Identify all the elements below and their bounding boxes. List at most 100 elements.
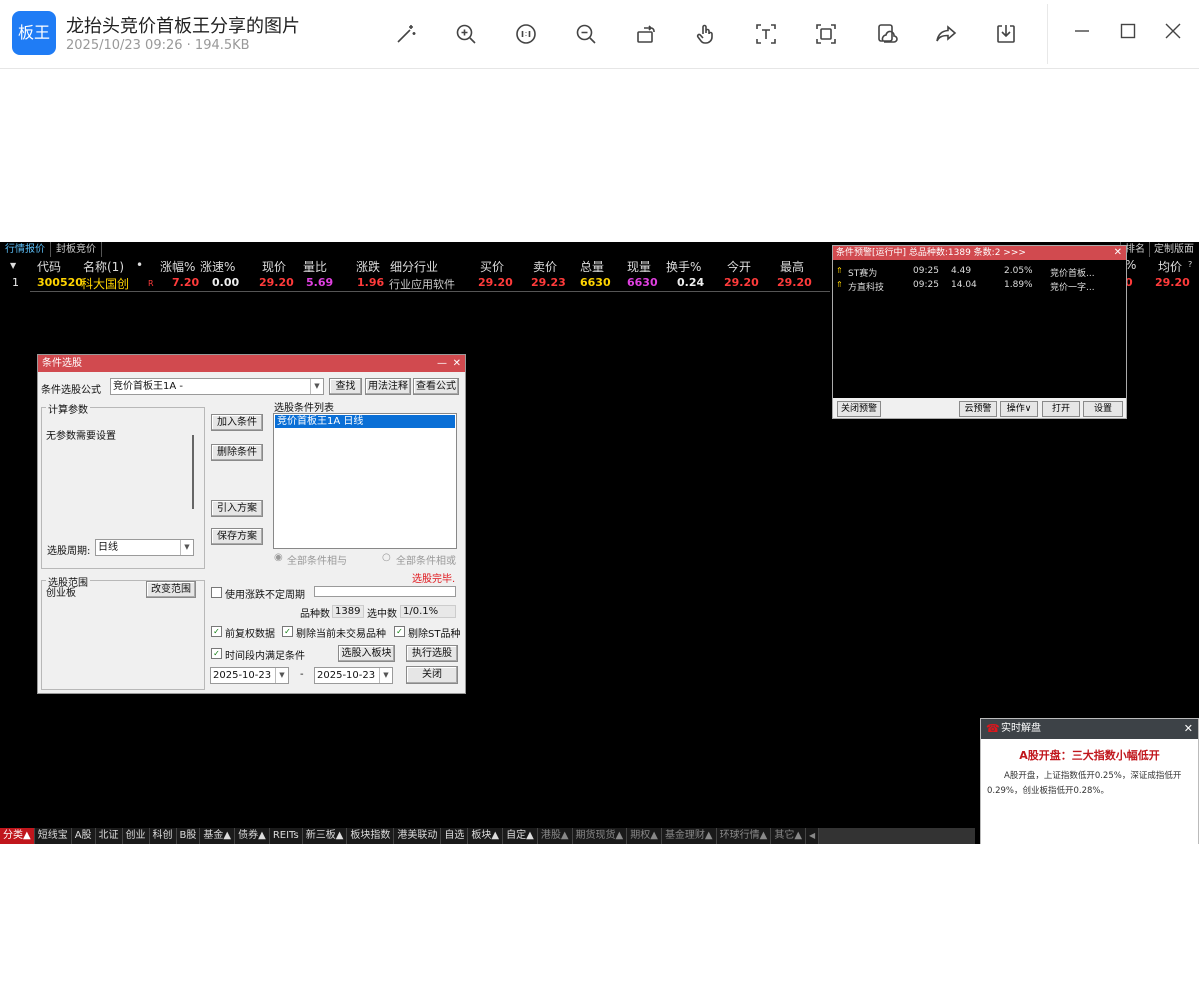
zoom-out-icon[interactable] <box>572 20 600 48</box>
col-turnover[interactable]: 换手% <box>666 258 701 275</box>
hand-icon[interactable] <box>692 20 720 48</box>
find-button[interactable]: 查找 <box>329 378 362 395</box>
zoom-in-icon[interactable] <box>452 20 480 48</box>
radio-or-icon[interactable]: ○ <box>382 552 391 563</box>
col-total-volume[interactable]: 总量 <box>580 258 604 275</box>
delete-condition-button[interactable]: 删除条件 <box>211 444 263 461</box>
uncertain-period-checkbox[interactable]: ✓ <box>211 587 222 598</box>
chevron-down-icon[interactable]: ▼ <box>180 540 193 555</box>
col-open[interactable]: 今开 <box>727 258 751 275</box>
tab-bond[interactable]: 债券▲ <box>235 828 270 844</box>
tab-other[interactable]: 其它▲ <box>771 828 807 844</box>
col-change[interactable]: 涨跌 <box>356 258 380 275</box>
rotate-icon[interactable] <box>632 20 660 48</box>
tab-reits[interactable]: REITs <box>270 828 303 844</box>
dialog-close-icon[interactable]: ✕ <box>453 355 461 372</box>
tab-custom[interactable]: 自定▲ <box>503 828 538 844</box>
radio-and-icon[interactable]: ◉ <box>274 552 283 563</box>
close-button[interactable]: 关闭 <box>406 666 458 684</box>
chevron-down-icon[interactable]: ▼ <box>275 668 288 683</box>
formula-select[interactable]: 竞价首板王1A - ▼ <box>110 378 324 395</box>
col-volume-ratio[interactable]: 量比 <box>303 258 327 275</box>
dialog-title-bar[interactable]: 条件选股 — ✕ <box>38 355 465 372</box>
view-formula-button[interactable]: 查看公式 <box>413 378 459 395</box>
magic-wand-icon[interactable] <box>392 20 420 48</box>
maximize-icon[interactable] <box>1119 22 1143 46</box>
col-current-volume[interactable]: 现量 <box>627 258 651 275</box>
dialog-minimize-icon[interactable]: — <box>437 355 447 372</box>
col-avg-price[interactable]: 均价 <box>1158 258 1182 275</box>
tab-wealth[interactable]: 基金理财▲ <box>662 828 717 844</box>
chevron-down-icon[interactable]: ▼ <box>310 379 323 394</box>
list-item[interactable]: 竞价首板王1A 日线 <box>275 415 455 428</box>
tab-fund[interactable]: 基金▲ <box>200 828 236 844</box>
text-extract-icon[interactable] <box>752 20 780 48</box>
forward-adjust-checkbox[interactable]: ✓ <box>211 626 222 637</box>
col-ask[interactable]: 卖价 <box>533 258 557 275</box>
warning-title-bar[interactable]: 条件预警[运行中] 总品种数:1389 条数:2 >>> ✕ <box>833 246 1126 260</box>
tab-a-share[interactable]: A股 <box>72 828 96 844</box>
close-warning-button[interactable]: 关闭预警 <box>837 401 881 417</box>
scan-icon[interactable] <box>812 20 840 48</box>
settings-button[interactable]: 设置 <box>1083 401 1123 417</box>
col-name[interactable]: 名称(1) <box>83 258 124 275</box>
add-to-block-button[interactable]: 选股入板块 <box>338 645 395 662</box>
open-button[interactable]: 打开 <box>1042 401 1080 417</box>
tab-seal-bid[interactable]: 封板竞价 <box>51 242 102 257</box>
warning-row[interactable]: ⇑ ST赛为 09:25 4.49 2.05% 竞价首板... <box>833 266 1126 279</box>
import-plan-button[interactable]: 引入方案 <box>211 500 263 517</box>
exclude-st-checkbox[interactable]: ✓ <box>394 626 405 637</box>
tab-options[interactable]: 期权▲ <box>627 828 662 844</box>
help-icon[interactable]: ? <box>1188 260 1192 269</box>
download-icon[interactable] <box>992 20 1020 48</box>
tab-category[interactable]: 分类▲ <box>0 828 35 844</box>
tab-watchlist[interactable]: 自选 <box>441 828 469 844</box>
tab-quote[interactable]: 行情报价 <box>0 242 51 257</box>
col-bid[interactable]: 买价 <box>480 258 504 275</box>
tab-scrollbar[interactable] <box>819 828 975 844</box>
period-select[interactable]: 日线 ▼ <box>95 539 194 556</box>
usage-notes-button[interactable]: 用法注释 <box>365 378 411 395</box>
cloud-warning-button[interactable]: 云预警 <box>959 401 997 417</box>
condition-list[interactable]: 竞价首板王1A 日线 <box>273 413 457 549</box>
warning-close-icon[interactable]: ✕ <box>1114 246 1122 260</box>
cloud-icon[interactable] <box>872 20 900 48</box>
sort-marker[interactable]: ▼ <box>10 261 16 270</box>
tab-global[interactable]: 环球行情▲ <box>717 828 772 844</box>
tab-hk-us-link[interactable]: 港美联动 <box>394 828 442 844</box>
tab-short-line[interactable]: 短线宝 <box>35 828 72 844</box>
tab-star[interactable]: 科创 <box>150 828 177 844</box>
uncertain-period-field[interactable] <box>314 586 456 597</box>
tab-custom-layout[interactable]: 定制版面 <box>1149 242 1198 257</box>
operations-button[interactable]: 操作∨ <box>1000 401 1038 417</box>
tab-bse[interactable]: 北证 <box>96 828 123 844</box>
execute-selection-button[interactable]: 执行选股 <box>406 645 458 662</box>
tab-b-share[interactable]: B股 <box>177 828 201 844</box>
tab-sector-index[interactable]: 板块指数 <box>347 828 395 844</box>
col-speed[interactable]: 涨速% <box>200 258 235 275</box>
original-size-icon[interactable] <box>512 20 540 48</box>
warning-row[interactable]: ⇑ 方直科技 09:25 14.04 1.89% 竞价一字... <box>833 280 1126 293</box>
share-icon[interactable] <box>932 20 960 48</box>
col-change-pct[interactable]: 涨幅% <box>160 258 195 275</box>
scroll-left-icon[interactable]: ◀ <box>806 828 820 844</box>
tab-hk[interactable]: 港股▲ <box>538 828 573 844</box>
live-close-icon[interactable]: ✕ <box>1184 719 1193 739</box>
close-icon[interactable] <box>1164 22 1188 46</box>
time-range-checkbox[interactable]: ✓ <box>211 648 222 659</box>
chevron-down-icon[interactable]: ▼ <box>379 668 392 683</box>
tab-futures[interactable]: 期货现货▲ <box>573 828 628 844</box>
tab-sector[interactable]: 板块▲ <box>468 828 504 844</box>
tab-neeq[interactable]: 新三板▲ <box>303 828 348 844</box>
save-plan-button[interactable]: 保存方案 <box>211 528 263 545</box>
col-price[interactable]: 现价 <box>262 258 286 275</box>
col-code[interactable]: 代码 <box>37 258 61 275</box>
change-range-button[interactable]: 改变范围 <box>146 581 196 598</box>
add-condition-button[interactable]: 加入条件 <box>211 414 263 431</box>
params-scrollbar[interactable] <box>192 435 194 509</box>
date-to-field[interactable]: 2025-10-23 ▼ <box>314 667 393 684</box>
col-high[interactable]: 最高 <box>780 258 804 275</box>
exclude-untraded-checkbox[interactable]: ✓ <box>282 626 293 637</box>
tab-chinext[interactable]: 创业 <box>123 828 150 844</box>
minimize-icon[interactable] <box>1073 22 1097 46</box>
